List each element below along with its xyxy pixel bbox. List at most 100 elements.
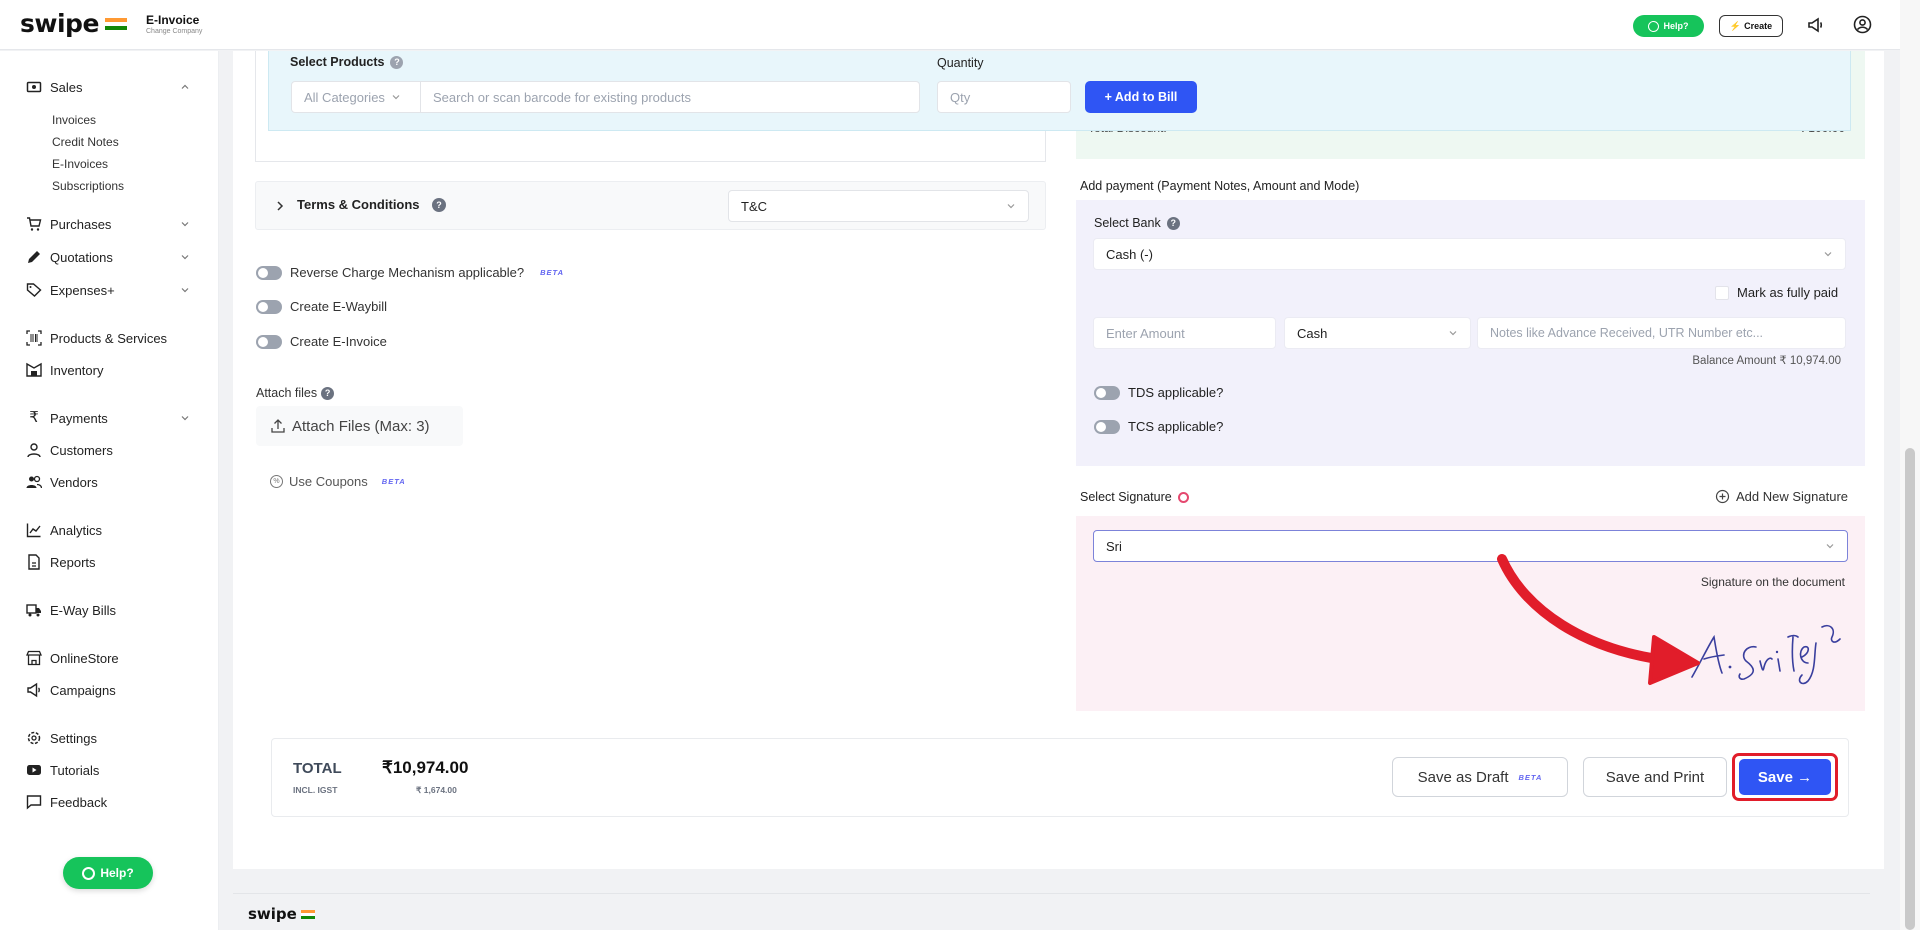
sidebar-item-expenses[interactable]: Expenses+ bbox=[26, 280, 115, 300]
help-label: Help? bbox=[1663, 21, 1689, 31]
signature-card: Sri Signature on the document bbox=[1076, 516, 1865, 711]
sidebar-item-customers[interactable]: Customers bbox=[26, 440, 113, 460]
sidebar-item-settings[interactable]: Settings bbox=[26, 728, 97, 748]
whatsapp-icon bbox=[1648, 20, 1660, 32]
sidebar-item-label: Analytics bbox=[50, 522, 103, 538]
sidebar-item-products[interactable]: Products & Services bbox=[26, 328, 167, 348]
mark-paid-checkbox[interactable] bbox=[1715, 285, 1729, 300]
logo-text: swipe bbox=[20, 9, 99, 38]
chevron-down-icon[interactable] bbox=[180, 219, 190, 229]
create-einvoice-toggle[interactable] bbox=[256, 334, 282, 349]
sidebar-item-purchases[interactable]: Purchases bbox=[26, 214, 111, 234]
sidebar-item-inventory[interactable]: Inventory bbox=[26, 360, 103, 380]
payment-mode-value: Cash bbox=[1297, 325, 1328, 341]
youtube-icon bbox=[26, 762, 42, 778]
tcs-label: TCS applicable? bbox=[1128, 419, 1224, 434]
mark-paid-row[interactable]: Mark as fully paid bbox=[1715, 285, 1838, 300]
save-button[interactable]: Save → bbox=[1739, 759, 1831, 795]
tax-value: ₹ 1,674.00 bbox=[416, 785, 457, 795]
account-icon[interactable] bbox=[1853, 15, 1872, 34]
amount-placeholder: Enter Amount bbox=[1106, 325, 1185, 341]
megaphone-icon bbox=[26, 682, 42, 698]
scrollbar-track[interactable] bbox=[1900, 0, 1920, 930]
chevron-down-icon bbox=[1449, 331, 1457, 336]
sidebar-item-onlinestore[interactable]: OnlineStore bbox=[26, 648, 119, 668]
announcement-icon[interactable] bbox=[1807, 16, 1825, 34]
sidebar-item-tutorials[interactable]: Tutorials bbox=[26, 760, 99, 780]
reverse-charge-toggle[interactable] bbox=[256, 265, 282, 280]
search-placeholder: Search or scan barcode for existing prod… bbox=[433, 89, 691, 105]
sidebar-item-e-invoices[interactable]: E-Invoices bbox=[52, 157, 108, 171]
sidebar-item-feedback[interactable]: Feedback bbox=[26, 792, 107, 812]
sidebar-item-payments[interactable]: ₹ Payments bbox=[26, 408, 108, 428]
footer-divider bbox=[233, 893, 1870, 894]
tds-toggle[interactable] bbox=[1094, 385, 1120, 400]
change-company-link[interactable]: Change Company bbox=[146, 28, 202, 35]
tds-toggle-row[interactable]: TDS applicable? bbox=[1094, 385, 1223, 400]
attach-files-label: Attach Files (Max: 3) bbox=[292, 417, 430, 435]
select-bank-label: Select Bank bbox=[1094, 216, 1161, 230]
create-button[interactable]: ⚡ Create bbox=[1719, 15, 1783, 37]
terms-select[interactable]: T&C bbox=[728, 190, 1029, 222]
product-search-input[interactable]: Search or scan barcode for existing prod… bbox=[420, 81, 920, 113]
select-products-heading: Select Products ? bbox=[290, 55, 404, 69]
sidebar-item-reports[interactable]: Reports bbox=[26, 552, 96, 572]
footer-logo: swipe bbox=[248, 905, 315, 923]
sidebar-item-credit-notes[interactable]: Credit Notes bbox=[52, 135, 119, 149]
save-as-draft-button[interactable]: Save as Draft BETA bbox=[1392, 757, 1568, 797]
signature-select[interactable]: Sri bbox=[1093, 530, 1848, 562]
payment-notes-input[interactable]: Notes like Advance Received, UTR Number … bbox=[1477, 317, 1846, 349]
attach-files-label: Attach files bbox=[256, 386, 318, 400]
payment-mode-select[interactable]: Cash bbox=[1284, 317, 1471, 349]
quantity-input[interactable]: Qty bbox=[937, 81, 1071, 113]
chevron-down-icon bbox=[1007, 204, 1015, 209]
save-and-print-button[interactable]: Save and Print bbox=[1583, 757, 1727, 797]
sidebar-item-label: Campaigns bbox=[50, 682, 116, 698]
bank-select[interactable]: Cash (-) bbox=[1093, 238, 1846, 270]
sidebar-item-analytics[interactable]: Analytics bbox=[26, 520, 102, 540]
tcs-toggle-row[interactable]: TCS applicable? bbox=[1094, 419, 1223, 434]
create-waybill-toggle[interactable] bbox=[256, 299, 282, 314]
sidebar-item-subscriptions[interactable]: Subscriptions bbox=[52, 179, 124, 193]
add-to-bill-button[interactable]: + Add to Bill bbox=[1085, 81, 1197, 113]
chevron-down-icon bbox=[392, 95, 400, 100]
sidebar-item-invoices[interactable]: Invoices bbox=[52, 113, 96, 127]
terms-value: T&C bbox=[741, 198, 767, 214]
sidebar-item-vendors[interactable]: Vendors bbox=[26, 472, 98, 492]
add-new-signature-link[interactable]: Add New Signature bbox=[1715, 489, 1848, 504]
tcs-toggle[interactable] bbox=[1094, 419, 1120, 434]
category-select[interactable]: All Categories bbox=[291, 81, 421, 113]
sidebar-item-label: Purchases bbox=[50, 216, 112, 232]
terms-section[interactable]: Terms & Conditions ? T&C bbox=[255, 181, 1046, 230]
chevron-up-icon[interactable] bbox=[180, 82, 190, 92]
beta-badge: BETA bbox=[381, 477, 406, 486]
company-switcher[interactable]: E-Invoice Change Company bbox=[146, 13, 202, 35]
sidebar-item-sales[interactable]: Sales bbox=[26, 77, 83, 97]
sidebar-help-button[interactable]: Help? bbox=[63, 857, 153, 889]
notes-placeholder: Notes like Advance Received, UTR Number … bbox=[1490, 326, 1764, 340]
app-logo[interactable]: swipe bbox=[20, 9, 127, 38]
tag-icon bbox=[26, 282, 42, 298]
amount-input[interactable]: Enter Amount bbox=[1093, 317, 1276, 349]
message-icon bbox=[26, 794, 42, 810]
sidebar-item-quotations[interactable]: Quotations bbox=[26, 247, 113, 267]
attach-files-button[interactable]: Attach Files (Max: 3) bbox=[256, 406, 463, 446]
chevron-down-icon[interactable] bbox=[180, 285, 190, 295]
sidebar-item-eway-bills[interactable]: E-Way Bills bbox=[26, 600, 116, 620]
create-einvoice-toggle-row[interactable]: Create E-Invoice bbox=[256, 334, 387, 349]
reverse-charge-toggle-row[interactable]: Reverse Charge Mechanism applicable? BET… bbox=[256, 265, 564, 280]
cart-icon bbox=[26, 216, 42, 232]
create-waybill-toggle-row[interactable]: Create E-Waybill bbox=[256, 299, 387, 314]
balance-amount: Balance Amount ₹ 10,974.00 bbox=[1692, 355, 1841, 367]
scrollbar-thumb[interactable] bbox=[1905, 448, 1915, 930]
use-coupons-link[interactable]: % Use Coupons BETA bbox=[270, 474, 406, 489]
chevron-down-icon[interactable] bbox=[180, 413, 190, 423]
chevron-down-icon[interactable] bbox=[180, 252, 190, 262]
use-coupons-label: Use Coupons bbox=[289, 474, 368, 489]
add-payment-heading: Add payment (Payment Notes, Amount and M… bbox=[1080, 179, 1360, 193]
company-title: E-Invoice bbox=[146, 13, 200, 27]
total-label: TOTAL bbox=[293, 760, 342, 777]
add-new-signature-label: Add New Signature bbox=[1736, 489, 1849, 504]
sidebar-item-campaigns[interactable]: Campaigns bbox=[26, 680, 116, 700]
help-button[interactable]: Help? bbox=[1633, 15, 1704, 37]
